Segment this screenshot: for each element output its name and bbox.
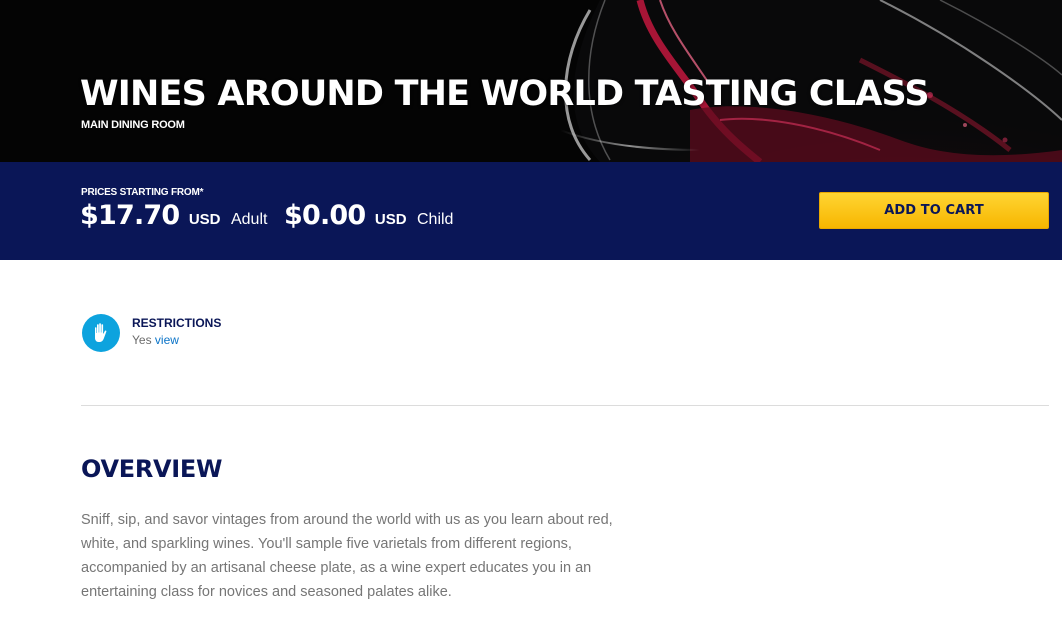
child-price-amount: $0.00	[284, 200, 366, 231]
child-price-currency: USD	[374, 211, 407, 228]
adult-price-currency: USD	[188, 211, 221, 228]
add-to-cart-button[interactable]: ADD TO CART	[819, 192, 1049, 229]
overview-heading: OVERVIEW	[81, 455, 223, 483]
restrictions-info: RESTRICTIONS Yes view	[82, 314, 382, 354]
adult-price-amount: $17.70	[80, 200, 180, 231]
venue-subtitle: MAIN DINING ROOM	[81, 119, 185, 131]
section-divider	[81, 405, 1049, 406]
adult-price-type: Adult	[230, 211, 268, 228]
page-title: WINES AROUND THE WORLD TASTING CLASS	[80, 74, 930, 114]
restrictions-answer: Yes	[132, 333, 152, 347]
adult-price: $17.70 USD Adult	[80, 200, 267, 236]
restrictions-value: Yes view	[132, 333, 179, 347]
hand-stop-icon	[82, 314, 120, 352]
child-price: $0.00 USD Child	[284, 200, 453, 236]
restrictions-view-link[interactable]: view	[155, 333, 179, 347]
price-label: PRICES STARTING FROM*	[81, 187, 204, 198]
overview-description: Sniff, sip, and savor vintages from arou…	[81, 512, 613, 600]
hero-banner: WINES AROUND THE WORLD TASTING CLASS MAI…	[0, 0, 1062, 162]
child-price-type: Child	[416, 211, 454, 228]
restrictions-title: RESTRICTIONS	[132, 316, 222, 330]
